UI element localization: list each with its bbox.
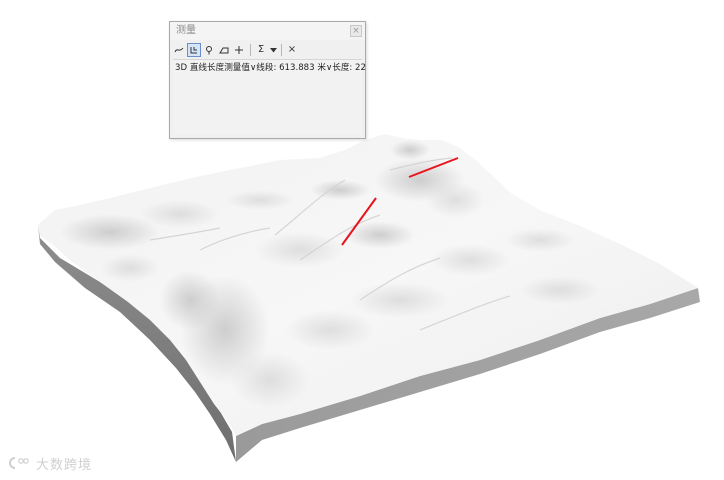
units-dropdown-icon xyxy=(270,47,277,52)
watermark: 大数跨境 xyxy=(6,454,93,473)
measure-toolbar: Σ × xyxy=(172,42,363,58)
clear-button[interactable]: × xyxy=(285,43,299,57)
measure-title-bar[interactable]: 测量 × xyxy=(170,22,365,40)
measure-area-button[interactable] xyxy=(187,43,201,57)
measure-feature-icon xyxy=(206,46,212,55)
sum-button[interactable]: Σ xyxy=(254,43,268,57)
measure-window[interactable]: 测量 × Σ × 3D 直线长度测量值∨线段: 613.883 米∨长度: 22 xyxy=(169,21,366,139)
close-button[interactable]: × xyxy=(350,25,362,37)
measure-area-icon xyxy=(190,47,197,54)
sum-icon: Σ xyxy=(257,44,265,55)
watermark-text: 大数跨境 xyxy=(36,457,93,473)
close-icon: × xyxy=(352,26,360,36)
measure-3d-button[interactable] xyxy=(217,43,231,57)
watermark-logo-icon xyxy=(9,457,29,469)
measure-line-button[interactable] xyxy=(172,43,186,57)
clear-icon: × xyxy=(287,44,297,55)
toolbar-separator xyxy=(281,44,282,56)
scene-3d-view[interactable]: 测量 × Σ × 3D 直线长度测量值∨线段: 613.883 米∨长度: 22… xyxy=(0,0,724,480)
add-point-icon xyxy=(235,46,243,54)
measure-3d-icon xyxy=(219,47,229,54)
measure-result-text: 3D 直线长度测量值∨线段: 613.883 米∨长度: 22 xyxy=(175,63,366,73)
units-dropdown[interactable] xyxy=(269,43,278,57)
terrain-surface[interactable] xyxy=(38,134,698,436)
measure-result-panel: 3D 直线长度测量值∨线段: 613.883 米∨长度: 22 xyxy=(173,59,366,134)
measure-window-title: 测量 xyxy=(176,25,196,36)
measure-feature-button[interactable] xyxy=(202,43,216,57)
measure-line-icon xyxy=(174,47,184,53)
toolbar-separator xyxy=(250,44,251,56)
add-point-button[interactable] xyxy=(232,43,246,57)
